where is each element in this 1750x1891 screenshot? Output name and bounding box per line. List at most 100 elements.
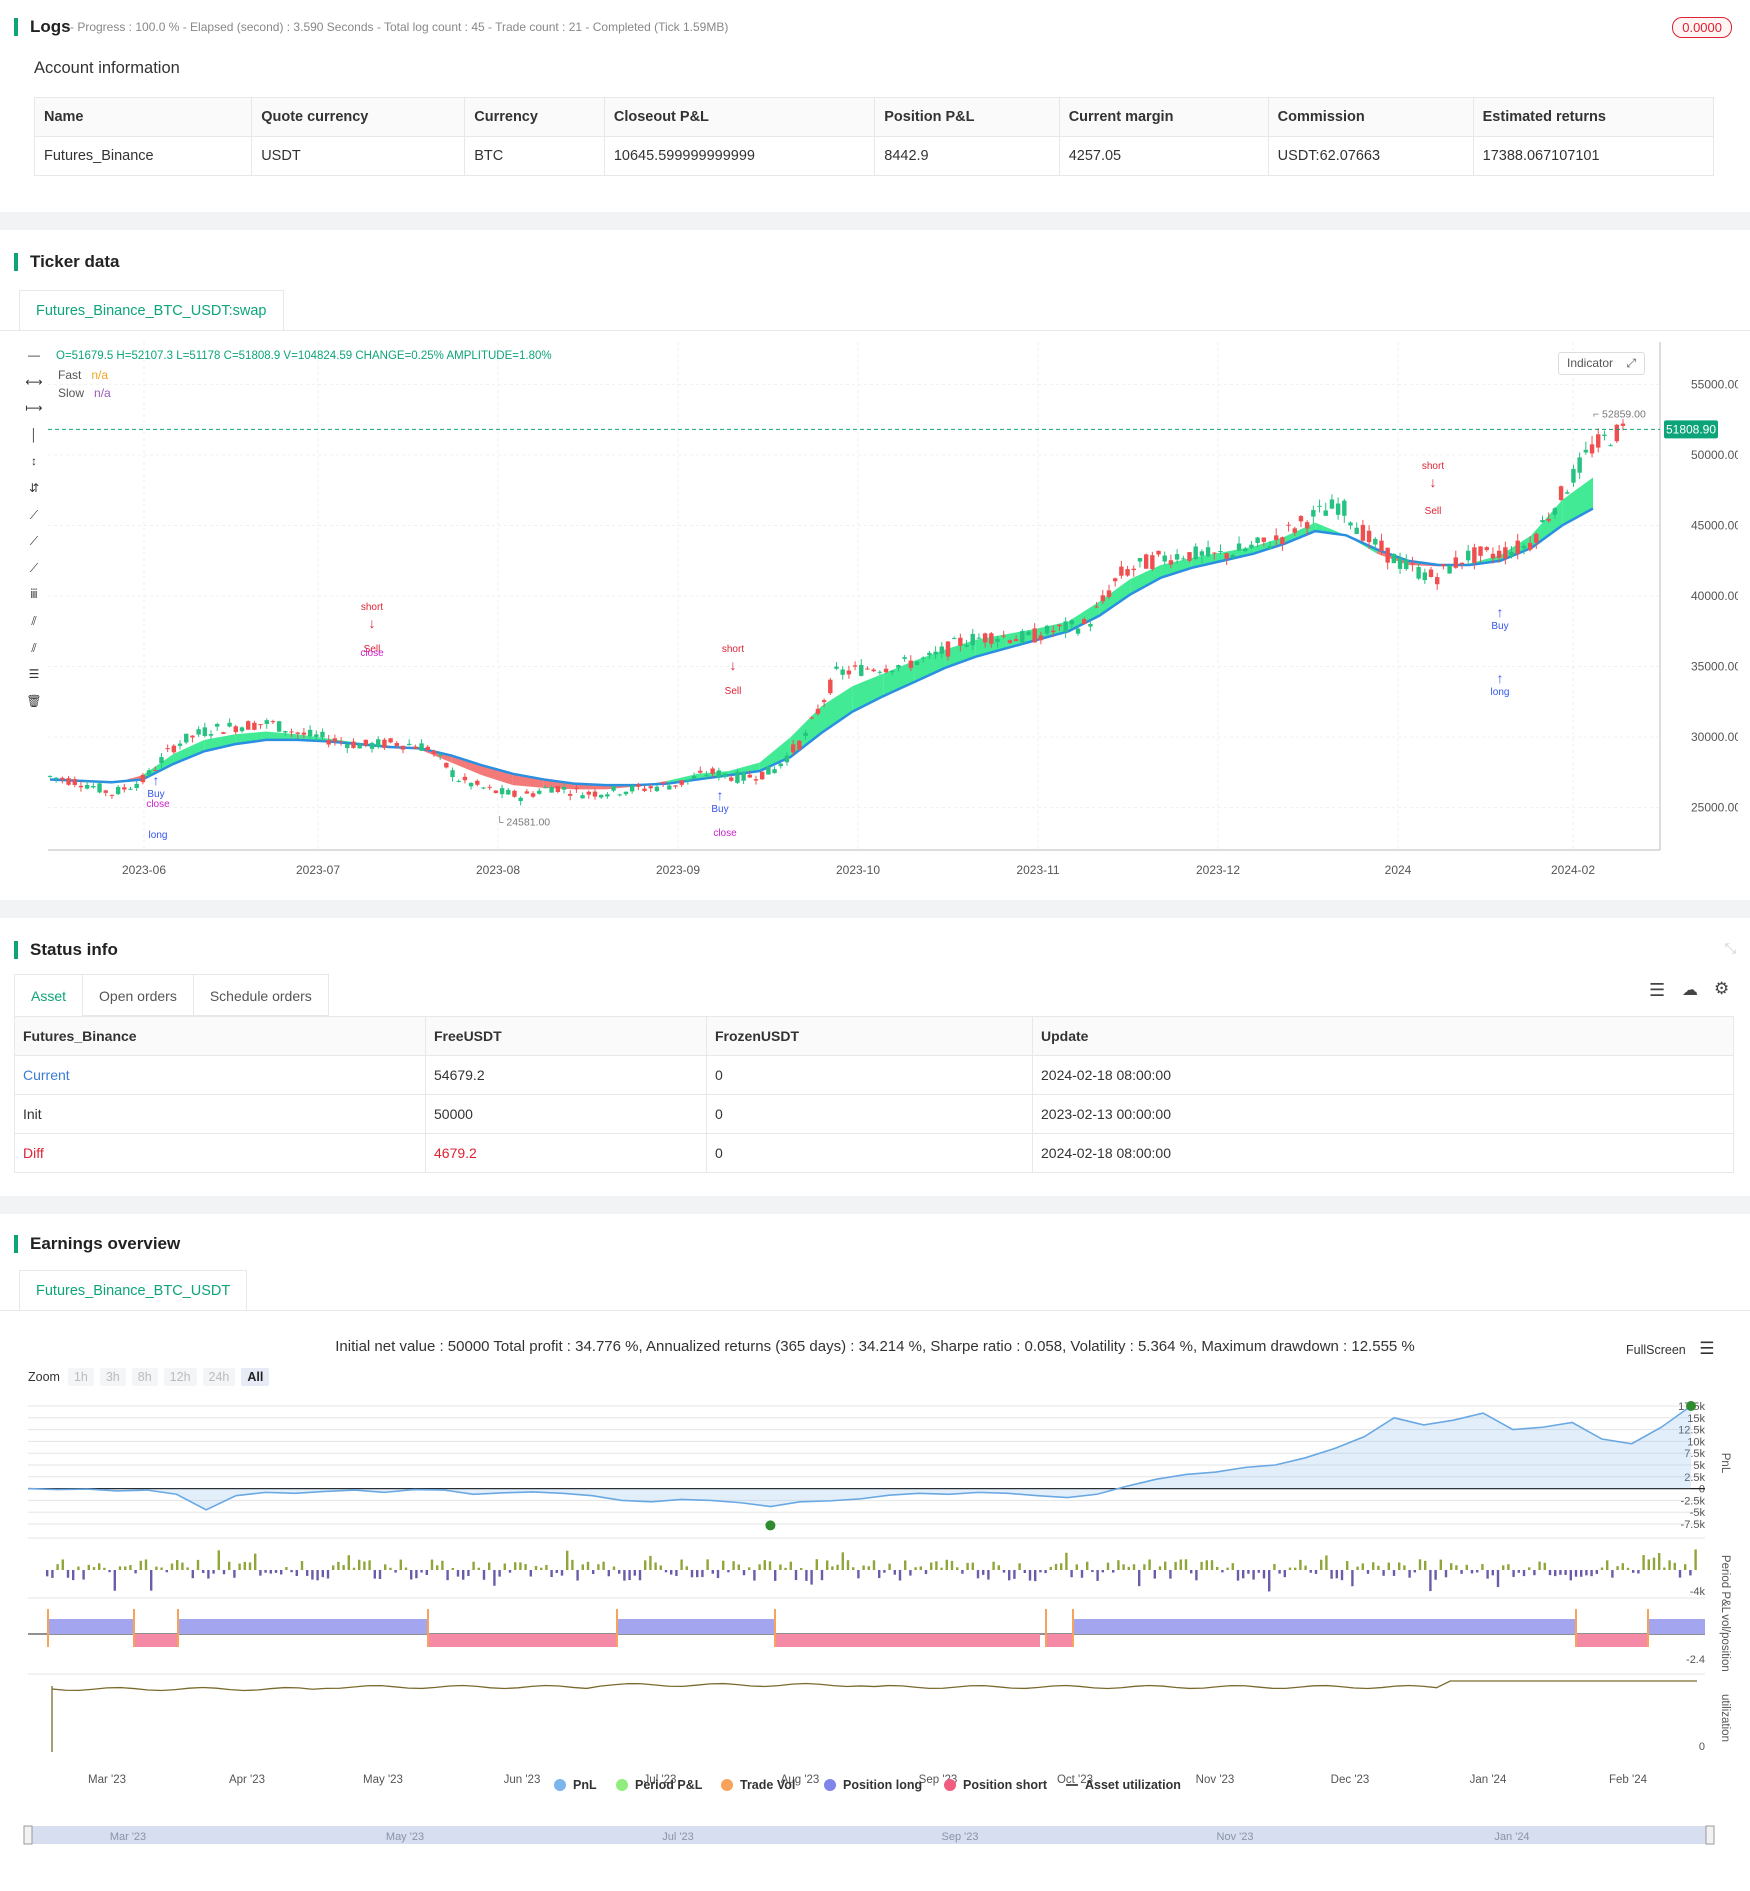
x-tick-label: 2023-12 [1196, 863, 1240, 877]
zoom-option-12h[interactable]: 12h [163, 1368, 197, 1386]
draw-tool-6-icon[interactable]: ⟋ [22, 508, 46, 535]
draw-tool-0-icon[interactable]: — [22, 348, 46, 375]
period-bar [753, 1570, 756, 1581]
candle-body [84, 784, 90, 789]
period-bar [919, 1566, 922, 1570]
period-bar [820, 1570, 824, 1581]
candle-body [1013, 639, 1019, 642]
table-row: Current 54679.2 0 2024-02-18 08:00:00 [14, 1055, 1734, 1095]
draw-tool-13-icon[interactable]: 🗑 [22, 694, 46, 721]
draw-tool-5-icon[interactable]: ⇵ [22, 481, 46, 508]
asset-col-1: FreeUSDT [425, 1016, 707, 1056]
zoom-option-1h[interactable]: 1h [67, 1368, 94, 1386]
draw-tool-10-icon[interactable]: ⫽ [22, 614, 46, 641]
status-tab-schedule-orders[interactable]: Schedule orders [192, 974, 329, 1016]
candle-body [1342, 500, 1347, 516]
nav-tick: Jul '23 [662, 1831, 693, 1843]
gear-icon[interactable]: ⚙ [1714, 979, 1729, 999]
draw-tool-7-icon[interactable]: ⟋ [22, 534, 46, 561]
candle-body [1317, 505, 1322, 507]
period-bar [1590, 1570, 1593, 1577]
zoom-option-All[interactable]: All [241, 1368, 270, 1386]
candle-body [1503, 547, 1508, 559]
cloud-download-icon[interactable]: ☁ [1682, 980, 1698, 1000]
period-bar [207, 1570, 210, 1579]
candle-body [611, 786, 616, 791]
pnl-tick-label: -2.5k [1681, 1495, 1706, 1507]
candle-body [1311, 509, 1316, 517]
earnings-tab[interactable]: Futures_Binance_BTC_USDT [19, 1270, 248, 1311]
drawing-toolbar: — ⟷ ⟼ │ ↕ ⇵ ⟋ ⟋ ⟋ ⅲ ⫽ ⫽ ☰ 🗑 [22, 348, 46, 720]
period-bar [1028, 1570, 1032, 1581]
candle-body [1577, 457, 1582, 473]
period-bar [1517, 1570, 1520, 1573]
period-bar [352, 1567, 356, 1570]
period-bar [623, 1570, 626, 1581]
period-bar [332, 1565, 335, 1570]
status-tab-open-orders[interactable]: Open orders [82, 974, 194, 1016]
candle-body [865, 668, 870, 670]
fullscreen-button[interactable]: FullScreen ☰ [1626, 1339, 1714, 1359]
candle-body [840, 669, 845, 675]
draw-tool-11-icon[interactable]: ⫽ [22, 641, 46, 668]
draw-tool-2-icon[interactable]: ⟼ [22, 401, 46, 428]
ma-band-segment [852, 673, 884, 712]
draw-tool-3-icon[interactable]: │ [22, 428, 46, 455]
period-bar [800, 1567, 803, 1570]
ticker-panel: Ticker data Futures_Binance_BTC_USDT:swa… [0, 230, 1750, 900]
period-bar [1086, 1561, 1089, 1570]
ticker-tab[interactable]: Futures_Binance_BTC_USDT:swap [19, 290, 284, 331]
pnl-tick-label: -7.5k [1681, 1519, 1706, 1531]
candle-body [1472, 547, 1477, 563]
status-tab-asset[interactable]: Asset [14, 974, 84, 1016]
candle-body [338, 741, 344, 743]
period-bar [1268, 1570, 1271, 1592]
draw-tool-12-icon[interactable]: ☰ [22, 667, 46, 694]
expand-icon[interactable]: ⤢ [1626, 356, 1636, 370]
period-bar [108, 1570, 111, 1573]
period-bar [1528, 1567, 1531, 1570]
candle-body [530, 793, 536, 797]
zoom-option-24h[interactable]: 24h [202, 1368, 236, 1386]
legend-item-5[interactable]: Asset utilization [1085, 1778, 1181, 1792]
candle-body [363, 739, 369, 746]
candle-body [1112, 578, 1118, 582]
navigator-right-handle[interactable] [1705, 1825, 1715, 1845]
legend-item-3[interactable]: Position long [843, 1778, 922, 1792]
navigator-left-handle[interactable] [23, 1825, 33, 1845]
collapse-icon[interactable]: ⤡ [1725, 940, 1736, 957]
menu-icon[interactable]: ☰ [1699, 1339, 1714, 1358]
position-long-block [178, 1619, 428, 1634]
earnings-x-tick: Mar '23 [88, 1774, 126, 1786]
period-bar [1470, 1570, 1474, 1574]
legend-item-1[interactable]: Period P&L [635, 1778, 703, 1792]
period-bar [1580, 1570, 1583, 1577]
period-bar [1034, 1570, 1037, 1582]
draw-tool-1-icon[interactable]: ⟷ [22, 375, 46, 402]
candle-body [902, 657, 907, 659]
earnings-chart[interactable]: 17.5k15k12.5k10k7.5k5k2.5k0-2.5k-5k-7.5k… [0, 1398, 1750, 1891]
draw-tool-4-icon[interactable]: ↕ [22, 454, 46, 481]
legend-item-2[interactable]: Trade Vol [740, 1778, 795, 1792]
account-cell-3: 10645.599999999999 [603, 136, 876, 176]
draw-tool-8-icon[interactable]: ⟋ [22, 561, 46, 588]
zoom-option-8h[interactable]: 8h [131, 1368, 158, 1386]
zoom-option-3h[interactable]: 3h [99, 1368, 126, 1386]
candle-body [332, 738, 338, 742]
legend-item-0[interactable]: PnL [573, 1778, 597, 1792]
navigator-range[interactable] [24, 1826, 1714, 1844]
period-bar [508, 1570, 512, 1573]
candle-body [1459, 562, 1465, 565]
candle-body [1496, 550, 1502, 558]
legend-item-4[interactable]: Position short [963, 1778, 1048, 1792]
period-bar [659, 1565, 662, 1570]
draw-tool-9-icon[interactable]: ⅲ [22, 587, 46, 614]
period-bar [987, 1570, 990, 1580]
list-icon[interactable]: ☰ [1649, 980, 1665, 1001]
period-bar [774, 1570, 777, 1581]
period-bar [1060, 1563, 1063, 1570]
candlestick-chart[interactable]: 55000.00 50000.00 45000.00 40000.00 35000.00… [48, 342, 1738, 892]
trade-marker-label: long [1491, 687, 1510, 698]
period-bar [1538, 1561, 1541, 1570]
indicator-button[interactable]: Indicator ⤢ [1558, 352, 1645, 375]
